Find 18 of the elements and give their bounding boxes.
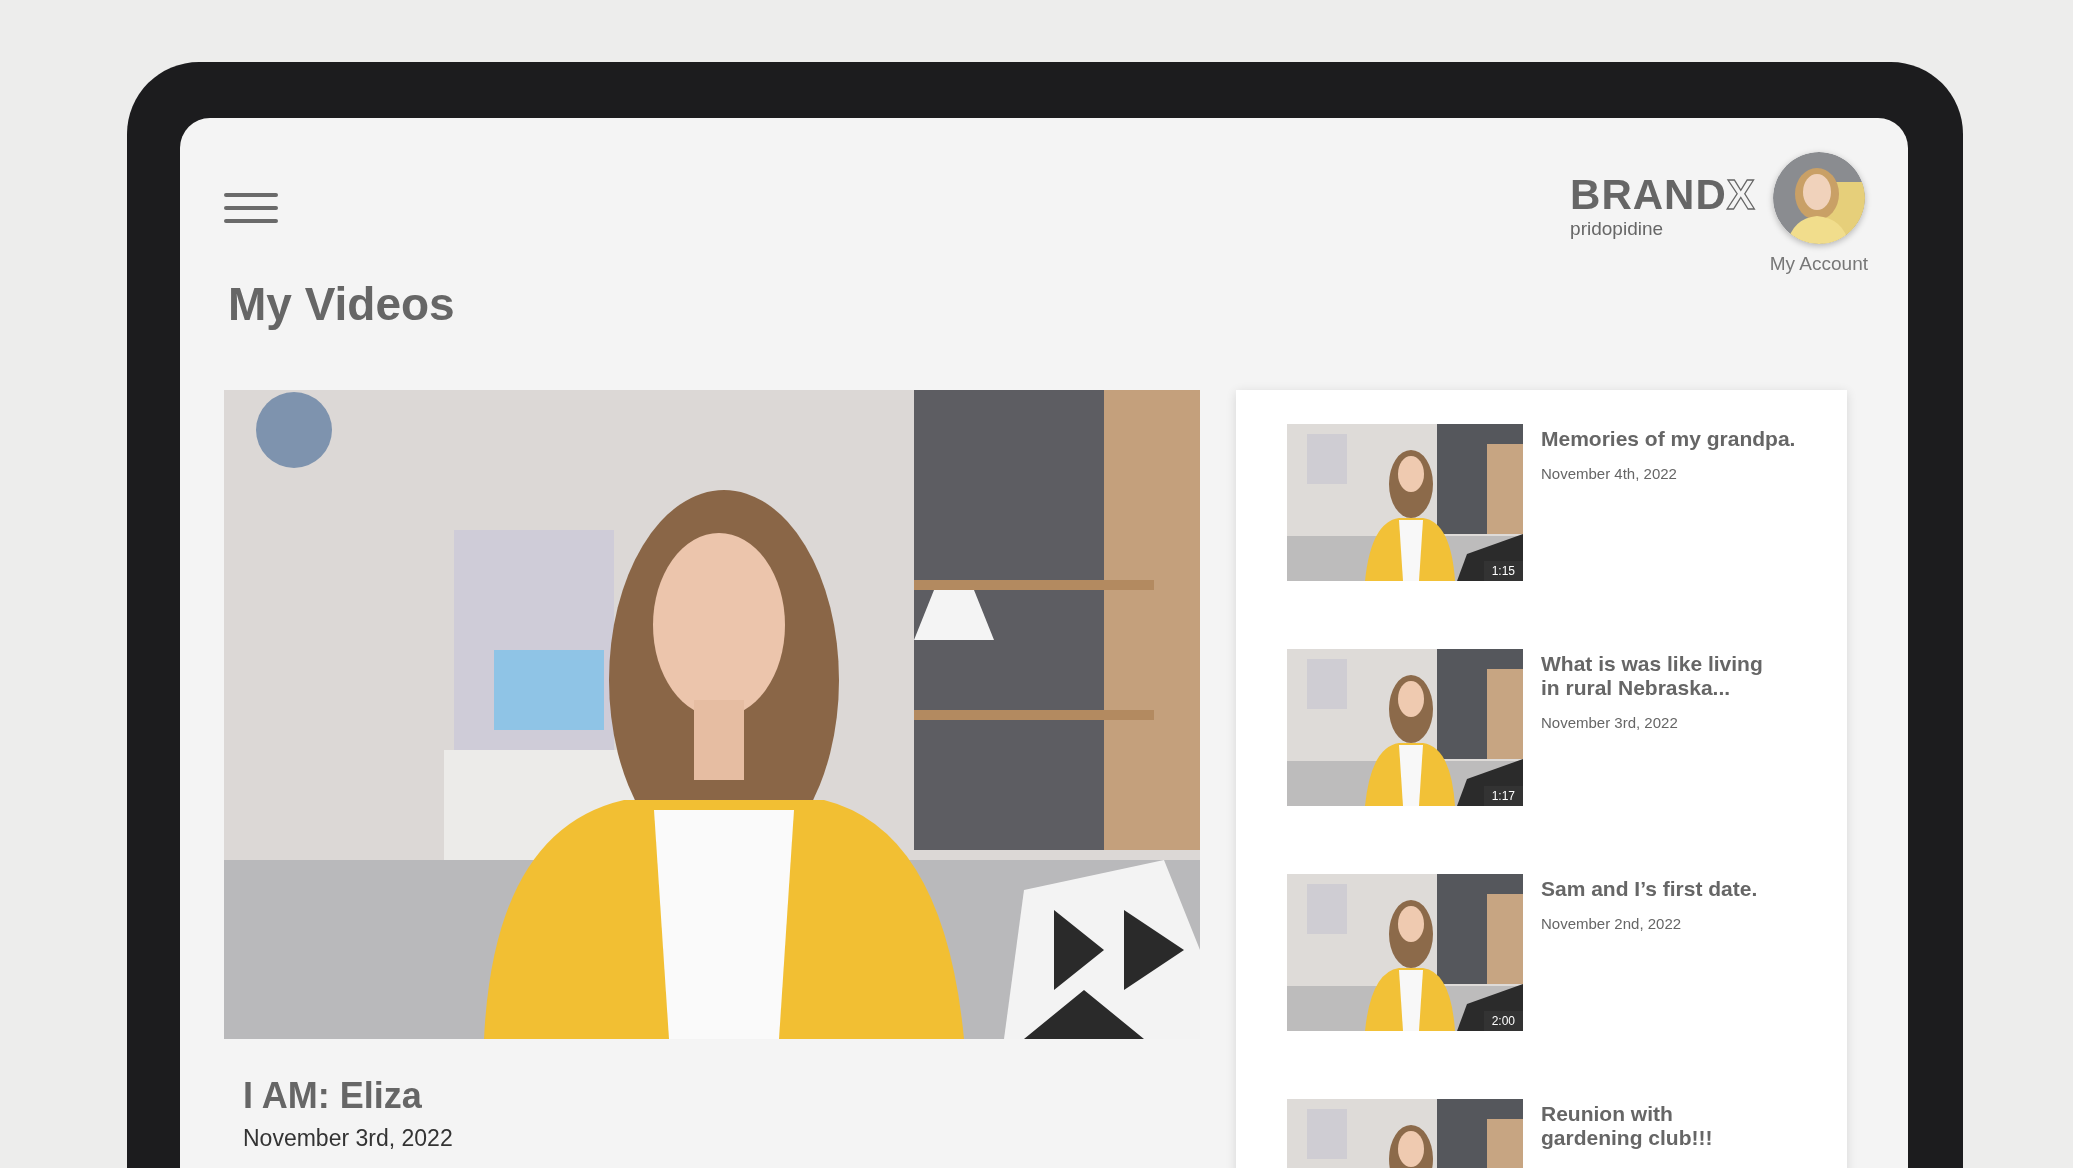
brand-logo: BRANDX — [1570, 174, 1756, 216]
video-title[interactable]: Sam and I’s first date. — [1541, 877, 1758, 902]
video-title[interactable]: Reunion with gardening club!!! — [1541, 1102, 1713, 1151]
menu-icon[interactable] — [224, 193, 278, 223]
account-link[interactable]: My Account — [1769, 253, 1868, 275]
video-title[interactable]: What is was like living in rural Nebraska... — [1541, 652, 1763, 701]
duration-badge: 2:00 — [1483, 1011, 1523, 1032]
brand-tagline: pridopidine — [1570, 218, 1665, 240]
video-title[interactable]: Memories of my grandpa. — [1541, 427, 1796, 452]
avatar-icon[interactable] — [1772, 152, 1865, 244]
video-date: November 3rd, 2022 — [1541, 714, 1679, 732]
duration-badge: 1:17 — [1483, 786, 1523, 807]
video-date: November 2nd, 2022 — [1541, 915, 1683, 933]
video-date: November 4th, 2022 — [1541, 465, 1678, 483]
page-title: My Videos — [228, 277, 456, 332]
video-title: I AM: Eliza — [243, 1075, 423, 1118]
duration-badge: 1:15 — [1483, 561, 1523, 582]
video-date: November 3rd, 2022 — [243, 1125, 454, 1153]
